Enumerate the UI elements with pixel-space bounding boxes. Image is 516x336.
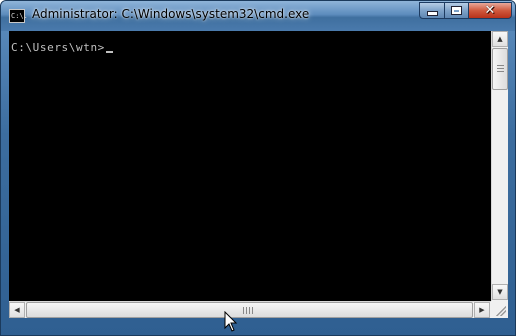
title-bar[interactable]: C:\. Administrator: C:\Windows\system32\…: [1, 1, 515, 31]
left-arrow-icon: ◀: [14, 306, 20, 314]
console-area[interactable]: C:\Users\wtn>: [9, 31, 491, 301]
vertical-scrollbar[interactable]: ▲ ▼: [491, 31, 508, 301]
scroll-right-button[interactable]: ▶: [474, 302, 490, 318]
scroll-down-button[interactable]: ▼: [492, 284, 508, 300]
resize-grip-icon: [496, 306, 506, 316]
horizontal-scrollbar[interactable]: ◀ ▶: [9, 301, 491, 318]
maximize-button[interactable]: [444, 2, 469, 19]
close-icon: ✕: [484, 3, 496, 18]
up-arrow-icon: ▲: [497, 35, 503, 43]
text-cursor: [105, 51, 113, 53]
prompt-text: C:\Users\wtn>: [11, 41, 105, 54]
grip-icon: [243, 307, 253, 314]
scroll-left-button[interactable]: ◀: [9, 302, 25, 318]
vertical-scroll-thumb[interactable]: [492, 48, 508, 90]
command-prompt: C:\Users\wtn>: [11, 41, 113, 54]
cmd-window: C:\. Administrator: C:\Windows\system32\…: [0, 0, 516, 336]
horizontal-scroll-thumb[interactable]: [26, 302, 473, 318]
window-title: Administrator: C:\Windows\system32\cmd.e…: [32, 7, 310, 21]
resize-corner[interactable]: [491, 301, 508, 318]
close-button[interactable]: ✕: [468, 2, 512, 19]
minimize-icon: [426, 11, 438, 16]
scroll-up-button[interactable]: ▲: [492, 31, 508, 47]
minimize-button[interactable]: [419, 2, 445, 19]
mouse-pointer-icon: [224, 311, 238, 332]
right-arrow-icon: ▶: [479, 306, 485, 314]
maximize-icon: [451, 6, 462, 15]
cmd-icon[interactable]: C:\.: [9, 9, 28, 23]
grip-icon: [497, 65, 504, 74]
down-arrow-icon: ▼: [497, 288, 503, 296]
